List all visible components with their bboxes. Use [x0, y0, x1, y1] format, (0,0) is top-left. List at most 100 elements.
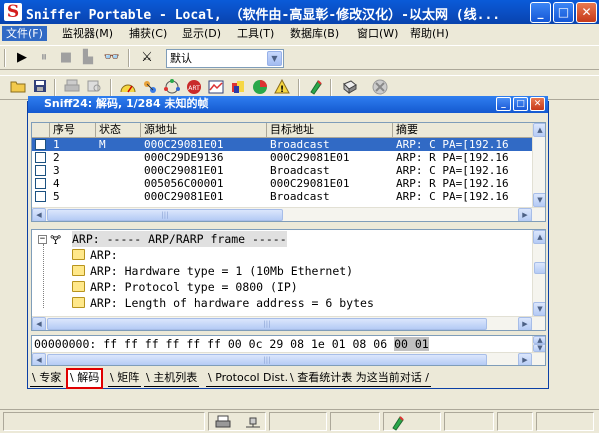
close-button[interactable]: ✕	[576, 2, 597, 23]
menu-tools[interactable]: 工具(T)	[233, 26, 278, 41]
hex-line[interactable]: 00000000: ff ff ff ff ff ff 00 0c 29 08 …	[34, 337, 429, 351]
packet-summary: ARP: C PA=[192.16	[396, 164, 509, 177]
scroll-left-icon[interactable]: ◀	[32, 353, 46, 365]
maximize-button[interactable]: □	[553, 2, 574, 23]
decode-line[interactable]: ARP: Length of hardware address = 6 byte…	[32, 295, 532, 311]
tab-decode[interactable]: \ 解码	[66, 368, 104, 389]
packet-status	[99, 151, 139, 164]
matrix-icon[interactable]	[162, 79, 182, 97]
open-folder-icon[interactable]	[8, 79, 28, 97]
row-checkbox[interactable]	[35, 152, 46, 163]
stop-icon[interactable]	[370, 79, 390, 97]
status-panel	[330, 412, 380, 431]
decode-text: ARP: Length of hardware address = 6 byte…	[90, 296, 374, 310]
scroll-down-icon[interactable]: ▼	[533, 344, 545, 352]
host-table-icon[interactable]	[140, 79, 160, 97]
capture-window: Sniff24: 解码, 1/284 未知的帧 _ □ ✕ 序号 状态 源地址 …	[27, 96, 549, 389]
decode-vertical-scrollbar[interactable]: ▲ ▼	[532, 230, 545, 316]
scroll-up-icon[interactable]: ▲	[533, 230, 545, 244]
stop-and-display-icon[interactable]: ▙	[78, 49, 98, 67]
scroll-thumb[interactable]: |||	[47, 209, 283, 221]
scroll-left-icon[interactable]: ◀	[32, 208, 46, 221]
capture-window-close-button[interactable]: ✕	[530, 97, 545, 111]
binoculars-icon[interactable]: 👓	[102, 49, 122, 67]
scroll-down-icon[interactable]: ▼	[533, 302, 545, 316]
packet-list-vertical-scrollbar[interactable]: ▲ ▼	[532, 123, 545, 207]
address-book-icon[interactable]	[306, 79, 326, 97]
history-samples-icon[interactable]	[206, 79, 226, 97]
collapse-icon[interactable]: −	[38, 235, 47, 244]
tab-expert[interactable]: \ 专家	[30, 370, 64, 387]
capture-window-minimize-button[interactable]: _	[496, 97, 511, 111]
packet-row[interactable]: 4 005056C00001 000C29081E01 ARP: R PA=[1…	[32, 177, 532, 190]
hex-vertical-scrollbar[interactable]: ▲ ▼	[532, 336, 545, 352]
column-header-check[interactable]	[32, 123, 50, 137]
decode-line[interactable]: ARP: Hardware type = 1 (10Mb Ethernet)	[32, 263, 532, 279]
filter-profile-select[interactable]: 默认 ▼	[166, 49, 284, 68]
column-header-status[interactable]: 状态	[96, 123, 141, 137]
status-panel-printer	[208, 412, 266, 431]
packet-row[interactable]: 5 000C29081E01 Broadcast ARP: C PA=[192.…	[32, 190, 532, 203]
scroll-down-icon[interactable]: ▼	[533, 193, 545, 207]
tab-protocol-dist[interactable]: \ Protocol Dist.	[206, 370, 291, 387]
art-icon[interactable]: ART	[184, 79, 204, 97]
scroll-right-icon[interactable]: ▶	[518, 208, 532, 221]
packet-list-horizontal-scrollbar[interactable]: ◀ ||| ▶	[32, 207, 545, 221]
row-checkbox[interactable]	[35, 139, 46, 150]
menu-monitor[interactable]: 监视器(M)	[58, 26, 117, 41]
decode-header-text: ARP: ----- ARP/RARP frame -----	[72, 231, 287, 247]
dashboard-icon[interactable]	[118, 79, 138, 97]
scroll-up-icon[interactable]: ▲	[533, 123, 545, 137]
pause-capture-icon[interactable]: ⏸	[34, 49, 54, 67]
menu-capture[interactable]: 捕获(C)	[125, 26, 171, 41]
scroll-right-icon[interactable]: ▶	[518, 317, 532, 330]
stop-capture-icon[interactable]: ■	[56, 49, 76, 67]
print-preview-icon[interactable]	[84, 79, 104, 97]
note-icon	[72, 265, 85, 276]
column-header-source[interactable]: 源地址	[141, 123, 267, 137]
menu-display[interactable]: 显示(D)	[178, 26, 225, 41]
tab-host-table[interactable]: \ 主机列表	[144, 370, 200, 387]
minimize-button[interactable]: _	[530, 2, 551, 23]
global-statistics-icon[interactable]	[250, 79, 270, 97]
menu-help[interactable]: 帮助(H)	[406, 26, 453, 41]
row-checkbox[interactable]	[35, 165, 46, 176]
scroll-right-icon[interactable]: ▶	[518, 353, 532, 365]
packet-status: M	[99, 138, 106, 151]
column-header-summary[interactable]: 摘要	[393, 123, 532, 137]
protocol-distribution-icon[interactable]	[228, 79, 248, 97]
decode-line[interactable]: ARP: Protocol type = 0800 (IP)	[32, 279, 532, 295]
decode-header-line[interactable]: − 🝖 ARP: ----- ARP/RARP frame -----	[32, 231, 532, 247]
capture-window-maximize-button[interactable]: □	[513, 97, 528, 111]
packet-row[interactable]: 3 000C29081E01 Broadcast ARP: C PA=[192.…	[32, 164, 532, 177]
scroll-thumb[interactable]	[534, 262, 545, 274]
define-filter-icon[interactable]: ⚔	[137, 49, 157, 67]
chevron-down-icon[interactable]: ▼	[267, 51, 282, 66]
tab-statistics[interactable]: \ 查看统计表 为这当前对话 /	[288, 370, 431, 387]
decode-horizontal-scrollbar[interactable]: ◀ ||| ▶	[32, 316, 545, 330]
packet-destination: Broadcast	[270, 138, 330, 151]
hex-horizontal-scrollbar[interactable]: ◀ ||| ▶	[32, 352, 545, 365]
row-checkbox[interactable]	[35, 178, 46, 189]
menu-window[interactable]: 窗口(W)	[353, 26, 402, 41]
decode-line[interactable]: ARP:	[32, 247, 532, 263]
scroll-up-icon[interactable]: ▲	[533, 336, 545, 344]
alarm-log-icon[interactable]: !	[272, 78, 292, 97]
menu-file[interactable]: 文件(F)	[2, 26, 47, 41]
print-icon[interactable]	[62, 79, 82, 97]
row-checkbox[interactable]	[35, 191, 46, 202]
tab-protocol-dist-label: Protocol Dist.	[215, 371, 289, 384]
scroll-left-icon[interactable]: ◀	[32, 317, 46, 330]
save-icon[interactable]	[30, 79, 50, 97]
menu-database[interactable]: 数据库(B)	[286, 26, 343, 41]
column-header-number[interactable]: 序号	[50, 123, 96, 137]
scroll-thumb[interactable]: |||	[47, 318, 487, 330]
tab-matrix[interactable]: \ 矩阵	[108, 370, 142, 387]
packet-row[interactable]: 2 000C29DE9136 000C29081E01 ARP: R PA=[1…	[32, 151, 532, 164]
packet-status	[99, 190, 139, 203]
column-header-destination[interactable]: 目标地址	[267, 123, 393, 137]
start-capture-icon[interactable]: ▶	[12, 49, 32, 67]
packet-generator-icon[interactable]	[340, 79, 360, 97]
packet-row[interactable]: 1 M 000C29081E01 Broadcast ARP: C PA=[19…	[32, 138, 532, 151]
scroll-thumb[interactable]: |||	[47, 354, 487, 365]
